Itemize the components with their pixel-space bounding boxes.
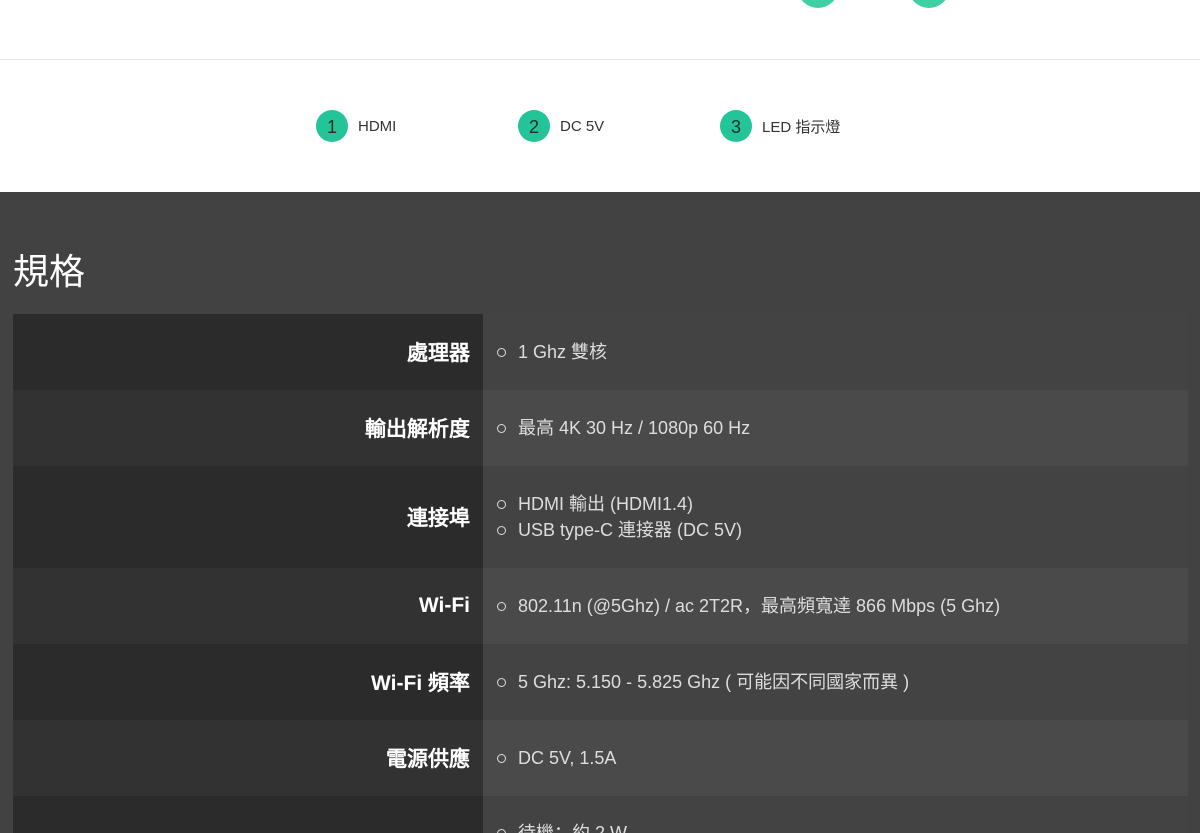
spec-value-text: 5 Ghz: 5.150 - 5.825 Ghz ( 可能因不同國家而異 ) xyxy=(518,672,910,692)
spec-key: 輸出解析度 xyxy=(13,390,483,466)
legend-number-badge: 2 xyxy=(518,110,550,142)
spec-row-ports: 連接埠 HDMI 輸出 (HDMI1.4) USB type-C 連接器 (DC… xyxy=(13,466,1188,568)
legend-label: LED 指示燈 xyxy=(762,118,841,136)
spec-table: 處理器 1 Ghz 雙核 輸出解析度 最高 4K 30 Hz / 1080p 6… xyxy=(13,314,1188,833)
list-item: 待機：約 2 W xyxy=(497,820,1188,833)
bullet-circle-icon xyxy=(497,499,506,509)
bullet-circle-icon xyxy=(497,601,506,611)
port-marker-dot xyxy=(909,0,949,8)
list-item: 1 Ghz 雙核 xyxy=(497,339,1188,365)
specs-title: 規格 xyxy=(13,251,86,292)
list-item: 802.11n (@5Ghz) / ac 2T2R，最高頻寬達 866 Mbps… xyxy=(497,593,1188,619)
spec-value-text: 1 Ghz 雙核 xyxy=(518,342,608,362)
legend-item-led: 3 LED 指示燈 xyxy=(720,110,840,142)
list-item: DC 5V, 1.5A xyxy=(497,745,1188,771)
legend-label: HDMI xyxy=(358,117,397,135)
spec-row-power-consumption: 待機：約 2 W xyxy=(13,796,1188,833)
spec-value-text: USB type-C 連接器 (DC 5V) xyxy=(518,520,743,540)
spec-value-text: 802.11n (@5Ghz) / ac 2T2R，最高頻寬達 866 Mbps… xyxy=(518,596,1001,616)
spec-key xyxy=(13,796,483,833)
spec-row-resolution: 輸出解析度 最高 4K 30 Hz / 1080p 60 Hz xyxy=(13,390,1188,466)
specs-section: 規格 處理器 1 Ghz 雙核 輸出解析度 最高 4K 30 Hz / 1080… xyxy=(0,192,1200,833)
spec-key: 電源供應 xyxy=(13,720,483,796)
bullet-circle-icon xyxy=(497,828,506,833)
spec-value: 802.11n (@5Ghz) / ac 2T2R，最高頻寬達 866 Mbps… xyxy=(483,568,1188,644)
spec-row-processor: 處理器 1 Ghz 雙核 xyxy=(13,314,1188,390)
spec-value-text: DC 5V, 1.5A xyxy=(518,748,617,768)
spec-value: DC 5V, 1.5A xyxy=(483,720,1188,796)
bullet-circle-icon xyxy=(497,525,506,535)
spec-value: 待機：約 2 W xyxy=(483,796,1188,833)
spec-key: 處理器 xyxy=(13,314,483,390)
list-item: USB type-C 連接器 (DC 5V) xyxy=(497,517,1188,543)
bullet-circle-icon xyxy=(497,677,506,687)
spec-value: 最高 4K 30 Hz / 1080p 60 Hz xyxy=(483,390,1188,466)
spec-value: 5 Ghz: 5.150 - 5.825 Ghz ( 可能因不同國家而異 ) xyxy=(483,644,1188,720)
legend-item-dc5v: 2 DC 5V xyxy=(518,110,604,142)
spec-row-wifi-frequency: Wi-Fi 頻率 5 Ghz: 5.150 - 5.825 Ghz ( 可能因不… xyxy=(13,644,1188,720)
spec-key: 連接埠 xyxy=(13,466,483,568)
list-item: 最高 4K 30 Hz / 1080p 60 Hz xyxy=(497,415,1188,441)
spec-row-power-supply: 電源供應 DC 5V, 1.5A xyxy=(13,720,1188,796)
spec-value: 1 Ghz 雙核 xyxy=(483,314,1188,390)
port-legend: 1 HDMI 2 DC 5V 3 LED 指示燈 xyxy=(0,61,1200,192)
spec-row-wifi: Wi-Fi 802.11n (@5Ghz) / ac 2T2R，最高頻寬達 86… xyxy=(13,568,1188,644)
bullet-circle-icon xyxy=(497,347,506,357)
list-item: HDMI 輸出 (HDMI1.4) xyxy=(497,491,1188,517)
list-item: 5 Ghz: 5.150 - 5.825 Ghz ( 可能因不同國家而異 ) xyxy=(497,669,1188,695)
top-strip xyxy=(0,0,1200,60)
legend-item-hdmi: 1 HDMI xyxy=(316,110,396,142)
spec-key: Wi-Fi xyxy=(13,568,483,644)
legend-number-badge: 1 xyxy=(316,110,348,142)
legend-label: DC 5V xyxy=(560,117,605,135)
bullet-circle-icon xyxy=(497,753,506,763)
spec-key: Wi-Fi 頻率 xyxy=(13,644,483,720)
legend-number-badge: 3 xyxy=(720,110,752,142)
bullet-circle-icon xyxy=(497,423,506,433)
spec-value-text: HDMI 輸出 (HDMI1.4) xyxy=(518,494,693,514)
spec-value-text: 最高 4K 30 Hz / 1080p 60 Hz xyxy=(518,418,751,438)
spec-value-text: 待機：約 2 W xyxy=(518,823,628,833)
spec-value: HDMI 輸出 (HDMI1.4) USB type-C 連接器 (DC 5V) xyxy=(483,466,1188,568)
port-marker-dot xyxy=(798,0,838,8)
